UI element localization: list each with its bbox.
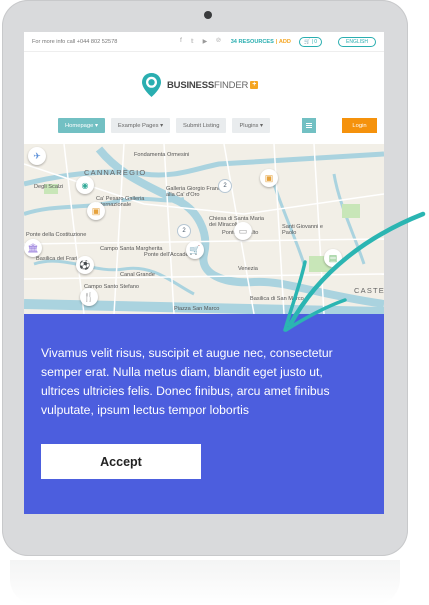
consent-text: Vivamus velit risus, suscipit et augue n… [41,346,333,417]
top-bar: For more info call +044 802 52578 f 𝕥 ▶ … [24,32,384,52]
pinterest-icon[interactable]: ℗ [216,38,220,45]
cart-count: 0 [314,38,318,45]
language-selector[interactable]: ENGLISH [338,36,376,47]
social-links: f 𝕥 ▶ ℗ [180,38,221,45]
briefcase-marker-icon[interactable]: ▣ [87,202,105,220]
facebook-icon[interactable]: f [180,38,182,45]
main-nav: Homepage ▾ Example Pages ▾ Submit Listin… [58,118,270,133]
museum-marker-icon[interactable]: 🏛 [24,239,42,257]
camera-icon [204,11,212,19]
map-cluster[interactable]: 2 [177,224,191,238]
logo-text: BUSINESSFINDER + [167,79,259,91]
cart-marker-icon[interactable]: 🛒 [186,241,204,259]
restaurant-marker-icon[interactable]: 🍴 [80,288,98,306]
map-label-canal: Canal Grande [120,272,155,278]
map-label-piazza: Piazza San Marco [174,306,220,312]
briefcase-marker-icon-2[interactable]: ▣ [260,169,278,187]
airplane-marker-icon[interactable]: ✈ [28,147,46,165]
nav-item-example-pages[interactable]: Example Pages ▾ [110,118,171,133]
map-label-venezia: Venezia [238,266,258,272]
logo-text-rest: FINDER [213,79,249,91]
map-cluster[interactable]: 2 [218,179,232,193]
map-label-fondamenta: Fondamenta Ormesini [134,152,190,158]
map-pin-icon [142,73,161,97]
sport-marker-icon[interactable]: ⚽ [76,256,94,274]
hamburger-menu-icon[interactable] [302,118,316,133]
logo-text-bold: BUSINESS [167,79,214,91]
contact-info: For more info call +044 802 52578 [32,38,118,45]
site-logo[interactable]: BUSINESSFINDER + [142,72,272,98]
twitter-icon[interactable]: 𝕥 [191,38,194,45]
login-button[interactable]: Login [342,118,377,133]
map-label-san-marco: Basilica di San Marco [250,296,304,302]
accept-button[interactable]: Accept [41,444,201,479]
logo-plus-icon: + [250,80,259,89]
cart-icon: 🛒 [303,38,311,45]
youtube-icon[interactable]: ▶ [203,38,208,45]
map-view[interactable]: CANNAREGIO Fondamenta Ormesini Degli Sca… [24,144,384,314]
nav-item-homepage[interactable]: Homepage ▾ [58,118,105,133]
map-label-basilica-frari: Basilica dei Frari [36,256,78,262]
nav-item-plugins[interactable]: Plugins ▾ [232,118,270,133]
resources-link[interactable]: 34 RESOURCES [231,39,274,45]
laptop-marker-icon[interactable]: ▭ [234,222,252,240]
add-label: ADD [278,38,291,45]
map-label-santiago: Santi Giovanni e Paolo [282,224,324,236]
map-label-pesaro: Ca' Pesaro Galleria Internazionale [96,196,145,208]
website-screen: For more info call +044 802 52578 f 𝕥 ▶ … [24,32,384,514]
cookie-consent-banner: Vivamus velit risus, suscipit et augue n… [24,314,384,514]
cart-button[interactable]: 🛒 | 0 [298,36,323,47]
park-marker-icon[interactable]: ▤ [324,249,342,267]
add-link[interactable]: | ADD [276,39,291,45]
info-marker-icon[interactable]: ◉ [76,176,94,194]
nav-item-submit-listing[interactable]: Submit Listing [176,118,227,133]
map-label-scalzi: Degli Scalzi [34,184,64,190]
tablet-reflection [10,560,400,605]
map-label-cannaregio: CANNAREGIO [84,168,147,177]
map-label-castello: CASTE [354,286,384,295]
map-label-costituzione: Ponte della Costituzione [26,232,87,238]
